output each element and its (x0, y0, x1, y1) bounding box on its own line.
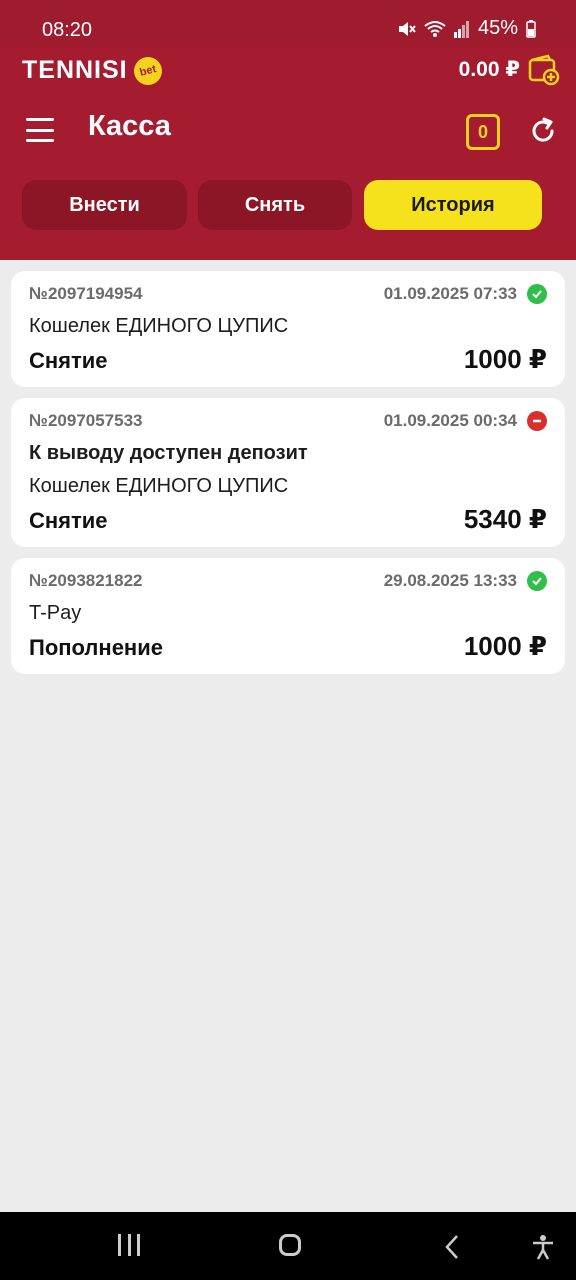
status-icons: 45% (396, 17, 536, 40)
success-check-icon (527, 571, 547, 591)
logo-badge: bet (130, 53, 165, 88)
coupon-button[interactable]: 0 (466, 114, 500, 150)
transaction-datetime: 01.09.2025 07:33 (383, 284, 517, 303)
wallet-add-icon[interactable] (528, 54, 560, 86)
wifi-icon (424, 20, 446, 37)
transaction-datetime: 29.08.2025 13:33 (383, 571, 517, 590)
logo: TENNISI bet (22, 53, 165, 88)
mute-icon (398, 21, 416, 36)
menu-icon[interactable] (26, 118, 54, 142)
battery-percent: 45% (477, 17, 518, 39)
refresh-icon[interactable] (528, 116, 558, 146)
logo-text: TENNISI (22, 56, 128, 84)
transaction-card[interactable]: №2097057533 01.09.2025 00:34 К выводу до… (11, 398, 565, 547)
accessibility-icon[interactable] (530, 1234, 556, 1260)
tab-history[interactable]: История (364, 180, 542, 230)
rejected-icon (527, 411, 547, 431)
transaction-method: Кошелек ЕДИНОГО ЦУПИС (29, 315, 289, 337)
transaction-type: Снятие (29, 348, 108, 373)
transaction-number: №2097194954 (29, 284, 143, 303)
battery-icon (526, 19, 536, 38)
system-nav-bar (0, 1212, 576, 1280)
transaction-number: №2097057533 (29, 411, 143, 430)
status-time: 08:20 (42, 19, 93, 41)
transaction-type: Снятие (29, 508, 108, 533)
recent-apps-icon[interactable] (118, 1234, 140, 1260)
balance-amount[interactable]: 0.00 ₽ (459, 57, 520, 82)
back-icon[interactable] (444, 1234, 460, 1260)
success-check-icon (527, 284, 547, 304)
tab-bar: Внести Снять История (22, 180, 542, 230)
tab-deposit[interactable]: Внести (22, 180, 187, 230)
home-icon[interactable] (279, 1234, 301, 1256)
transaction-card[interactable]: №2097194954 01.09.2025 07:33 Кошелек ЕДИ… (11, 271, 565, 387)
transaction-method: Кошелек ЕДИНОГО ЦУПИС (29, 475, 289, 497)
transaction-note: К выводу доступен депозит (29, 442, 308, 464)
transaction-type: Пополнение (29, 635, 163, 660)
status-bar: 08:20 45% (0, 0, 576, 46)
tab-withdraw[interactable]: Снять (198, 180, 352, 230)
signal-icon (453, 20, 469, 38)
transaction-card[interactable]: №2093821822 29.08.2025 13:33 T-Pay Попол… (11, 558, 565, 674)
transaction-amount: 1000 ₽ (463, 344, 547, 374)
transaction-amount: 5340 ₽ (463, 504, 547, 534)
page-title: Касса (88, 110, 171, 142)
transaction-number: №2093821822 (29, 571, 143, 590)
app-header: TENNISI bet 0.00 ₽ Касса 0 Внести Снять … (0, 46, 576, 260)
transaction-list: №2097194954 01.09.2025 07:33 Кошелек ЕДИ… (11, 271, 565, 685)
transaction-datetime: 01.09.2025 00:34 (383, 411, 517, 430)
transaction-method: T-Pay (29, 602, 82, 624)
transaction-amount: 1000 ₽ (463, 631, 547, 661)
